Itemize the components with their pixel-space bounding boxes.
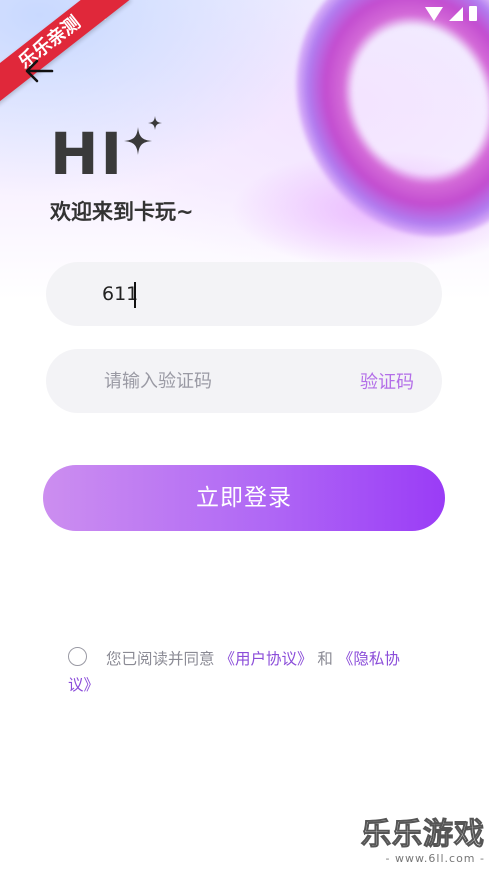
welcome-text: 欢迎来到卡玩~ (50, 200, 194, 224)
text-cursor (134, 282, 136, 308)
login-button[interactable]: 立即登录 (43, 465, 445, 531)
privacy-policy-link-continued[interactable]: 议》 (68, 676, 99, 694)
watermark-url: - www.6ll.com - (385, 852, 485, 865)
phone-input-value: 611 (102, 283, 139, 305)
watermark-logo-text: 乐乐游戏 (361, 817, 485, 852)
arrow-left-icon (25, 59, 54, 83)
get-code-button[interactable]: 验证码 (360, 368, 414, 394)
back-button[interactable] (24, 58, 54, 84)
agreement-prefix: 您已阅读并同意 (106, 650, 215, 668)
user-agreement-link[interactable]: 《用户协议》 (219, 650, 312, 668)
wifi-icon (425, 6, 443, 21)
hero-title: HI (50, 120, 125, 188)
agreement-line: 您已阅读并同意 《用户协议》 和 《隐私协 (68, 646, 428, 672)
privacy-policy-link[interactable]: 《隐私协 (338, 650, 400, 668)
code-input-container: 验证码 (46, 349, 442, 413)
agreement-line-2: 议》 (68, 672, 428, 698)
verification-code-input[interactable] (102, 369, 336, 393)
sparkle-icon (124, 116, 162, 155)
status-icons (425, 6, 477, 21)
phone-input[interactable]: 611 (46, 262, 442, 326)
site-watermark: 乐乐游戏 - www.6ll.com - (361, 817, 485, 865)
signal-icon (449, 6, 463, 21)
agreement-text: 您已阅读并同意 《用户协议》 和 《隐私协 议》 (68, 646, 428, 698)
battery-icon (469, 6, 477, 21)
agreement-conjunction: 和 (317, 650, 333, 668)
